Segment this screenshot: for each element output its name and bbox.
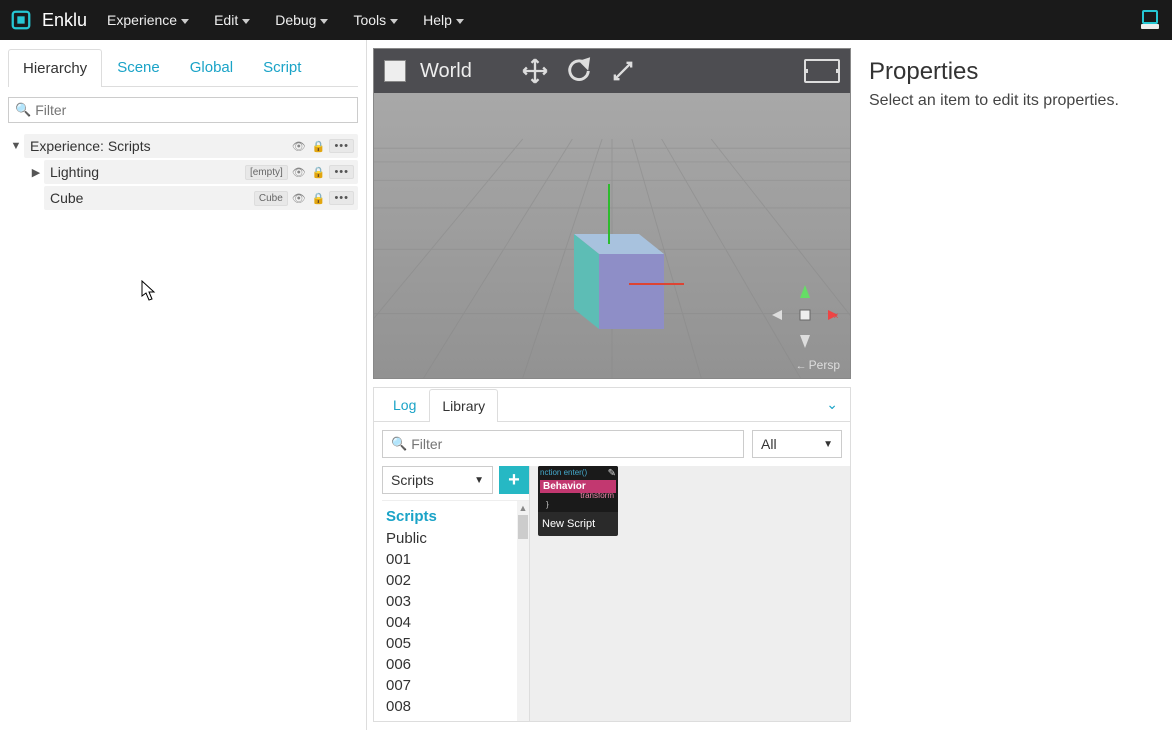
list-item[interactable]: 002 [382,570,529,591]
list-item[interactable]: 006 [382,654,529,675]
scroll-thumb[interactable] [518,515,528,539]
tree-item-lighting[interactable]: ▶ Lighting [empty] 👁 🔒 ••• [8,159,358,185]
viewport-3d[interactable]: x Persp World [373,48,851,379]
menu-edit[interactable]: Edit [214,12,250,28]
app-logo-icon [10,9,32,31]
camera-label: Persp [796,358,840,372]
library-filter[interactable]: 🔍 [382,430,744,458]
selection-checkbox[interactable] [384,60,406,82]
main-menu: Experience Edit Debug Tools Help [107,12,464,28]
tab-script[interactable]: Script [248,48,316,86]
menu-tools[interactable]: Tools [353,12,398,28]
properties-message: Select an item to edit its properties. [869,92,1160,110]
script-asset-card[interactable]: nction enter() Behavior ✎ transform } Ne… [538,466,618,536]
lock-icon[interactable]: 🔒 [310,140,328,153]
properties-panel: Properties Select an item to edit its pr… [857,40,1172,730]
cube-object[interactable] [534,184,684,344]
empty-badge: [empty] [245,165,288,180]
library-type-select[interactable]: All▼ [752,430,842,458]
list-item[interactable]: Public [382,528,529,549]
script-name: New Script [538,512,618,536]
scale-tool-icon[interactable] [608,56,638,86]
properties-title: Properties [869,58,1160,86]
search-icon: 🔍 [15,102,31,118]
scrollbar[interactable]: ▲ [517,501,529,721]
type-badge: Cube [254,191,288,206]
caret-icon [242,19,250,24]
library-filter-input[interactable] [411,436,735,452]
caret-icon [390,19,398,24]
visibility-icon[interactable]: 👁 [290,166,308,179]
lock-icon[interactable]: 🔒 [310,166,328,179]
list-item[interactable]: 003 [382,591,529,612]
category-select[interactable]: Scripts▼ [382,466,493,494]
more-button[interactable]: ••• [329,165,354,179]
rotate-tool-icon[interactable] [564,56,594,86]
collapse-icon[interactable]: ▼ [8,140,24,152]
library-sidebar: Scripts▼ + Scripts Public 001 002 003 00… [374,466,529,721]
hierarchy-tree: ▼ Experience: Scripts 👁 🔒 ••• ▶ Lighting… [8,133,358,211]
expand-icon[interactable]: ▶ [28,166,44,179]
center-panel: x Persp World [367,40,857,730]
tree-root[interactable]: ▼ Experience: Scripts 👁 🔒 ••• [8,133,358,159]
menu-debug[interactable]: Debug [275,12,328,28]
mouse-cursor-icon [141,280,157,302]
left-tabs: Hierarchy Scene Global Script [8,48,358,87]
left-panel: Hierarchy Scene Global Script 🔍 ▼ Experi… [0,40,367,730]
tab-log[interactable]: Log [380,388,429,421]
menu-help[interactable]: Help [423,12,464,28]
hierarchy-filter[interactable]: 🔍 [8,97,358,123]
tab-global[interactable]: Global [175,48,248,86]
tree-item-label: Cube [50,190,83,206]
list-item[interactable]: 008 [382,696,529,717]
scroll-up-icon[interactable]: ▲ [517,501,529,515]
caret-icon [320,19,328,24]
more-button[interactable]: ••• [329,191,354,205]
tree-root-label: Experience: Scripts [30,138,151,154]
list-item[interactable]: 001 [382,549,529,570]
tab-library[interactable]: Library [429,389,498,422]
visibility-icon[interactable]: 👁 [290,140,308,153]
lock-icon[interactable]: 🔒 [310,192,328,205]
move-tool-icon[interactable] [520,56,550,86]
brand-label: Enklu [42,10,87,31]
chevron-down-icon[interactable]: ⌄ [820,390,844,419]
bottom-panel: Log Library ⌄ 🔍 All▼ Scripts▼ [373,387,851,722]
add-button[interactable]: + [499,466,529,494]
list-item[interactable]: 007 [382,675,529,696]
caret-icon [181,19,189,24]
tab-scene[interactable]: Scene [102,48,175,86]
menu-experience[interactable]: Experience [107,12,189,28]
device-icon[interactable] [1138,8,1162,32]
frame-tool-icon[interactable] [804,59,840,83]
tree-item-cube[interactable]: ▶ Cube Cube 👁 🔒 ••• [8,185,358,211]
list-item[interactable]: 005 [382,633,529,654]
svg-text:x: x [834,311,838,320]
hierarchy-filter-input[interactable] [35,102,351,118]
viewport-title: World [420,60,472,83]
behavior-badge: Behavior [540,480,616,493]
edit-icon: ✎ [608,468,616,479]
list-item[interactable]: 004 [382,612,529,633]
tab-hierarchy[interactable]: Hierarchy [8,49,102,87]
top-menubar: Enklu Experience Edit Debug Tools Help [0,0,1172,40]
search-icon: 🔍 [391,436,407,452]
library-content: nction enter() Behavior ✎ transform } Ne… [529,466,850,721]
more-button[interactable]: ••• [329,139,354,153]
folder-list-header[interactable]: Scripts [382,505,529,528]
viewport-toolbar: World [374,49,850,93]
tree-item-label: Lighting [50,164,99,180]
orientation-gizmo[interactable]: x [770,280,840,350]
caret-icon [456,19,464,24]
visibility-icon[interactable]: 👁 [290,192,308,205]
folder-list: Scripts Public 001 002 003 004 005 006 0… [382,501,529,721]
